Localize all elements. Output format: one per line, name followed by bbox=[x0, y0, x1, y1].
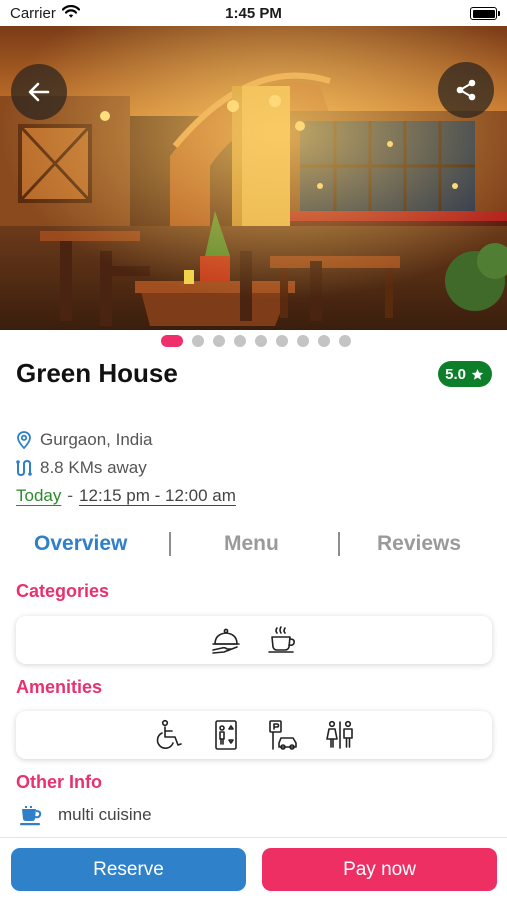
food-serving-icon bbox=[209, 623, 243, 657]
amenities-heading: Amenities bbox=[16, 677, 103, 697]
opening-hours[interactable]: 12:15 pm - 12:00 am bbox=[79, 486, 236, 506]
tab-menu[interactable]: Menu bbox=[224, 532, 279, 556]
arrow-left-icon bbox=[28, 82, 50, 102]
location-text: Gurgaon, India bbox=[40, 430, 153, 449]
tab-divider bbox=[169, 532, 171, 556]
tab-overview[interactable]: Overview bbox=[34, 532, 127, 556]
other-info-text: multi cuisine bbox=[58, 805, 152, 824]
restaurant-photo[interactable] bbox=[0, 26, 507, 330]
hours-row: Today - 12:15 pm - 12:00 am bbox=[16, 486, 236, 506]
wheelchair-access-icon bbox=[152, 718, 186, 752]
other-info-item: multi cuisine bbox=[18, 802, 152, 828]
location-row: Gurgaon, India bbox=[14, 430, 152, 450]
coffee-cup-icon bbox=[18, 802, 44, 828]
pay-now-button[interactable]: Pay now bbox=[262, 848, 497, 891]
share-button[interactable] bbox=[438, 62, 494, 118]
hours-separator: - bbox=[67, 486, 74, 505]
coffee-cup-icon bbox=[265, 623, 299, 657]
carousel-dot[interactable] bbox=[255, 335, 267, 347]
route-icon bbox=[14, 458, 34, 478]
action-bar: Reserve Pay now bbox=[0, 837, 507, 900]
today-link[interactable]: Today bbox=[16, 486, 61, 506]
carousel-dot-active[interactable] bbox=[161, 335, 183, 347]
restaurant-name: Green House bbox=[16, 358, 178, 388]
location-pin-icon bbox=[14, 430, 34, 450]
carousel-dot[interactable] bbox=[339, 335, 351, 347]
other-info-heading: Other Info bbox=[16, 772, 102, 792]
categories-card bbox=[16, 616, 492, 664]
elevator-icon bbox=[209, 718, 243, 752]
star-icon bbox=[471, 368, 484, 380]
amenities-card bbox=[16, 711, 492, 759]
carousel-dot[interactable] bbox=[276, 335, 288, 347]
battery-icon bbox=[470, 7, 500, 20]
parking-icon bbox=[266, 718, 300, 752]
reserve-button[interactable]: Reserve bbox=[11, 848, 246, 891]
restroom-icon bbox=[323, 718, 357, 752]
carousel-dot[interactable] bbox=[192, 335, 204, 347]
tab-divider bbox=[338, 532, 340, 556]
back-button[interactable] bbox=[11, 64, 67, 120]
carousel-dot[interactable] bbox=[234, 335, 246, 347]
carousel-dot[interactable] bbox=[213, 335, 225, 347]
detail-tabs: Overview Menu Reviews bbox=[0, 528, 507, 562]
categories-heading: Categories bbox=[16, 581, 110, 601]
clock: 1:45 PM bbox=[225, 5, 282, 22]
status-bar: Carrier 1:45 PM bbox=[0, 0, 507, 26]
carousel-dot[interactable] bbox=[297, 335, 309, 347]
tab-reviews[interactable]: Reviews bbox=[377, 532, 461, 556]
share-icon bbox=[456, 79, 476, 101]
rating-badge: 5.0 bbox=[438, 361, 492, 387]
restaurant-interior-image bbox=[0, 26, 507, 330]
distance-row: 8.8 KMs away bbox=[14, 458, 147, 478]
rating-value: 5.0 bbox=[445, 365, 466, 383]
carousel-dot[interactable] bbox=[318, 335, 330, 347]
carousel-indicator[interactable] bbox=[0, 335, 507, 347]
distance-text: 8.8 KMs away bbox=[40, 458, 147, 477]
